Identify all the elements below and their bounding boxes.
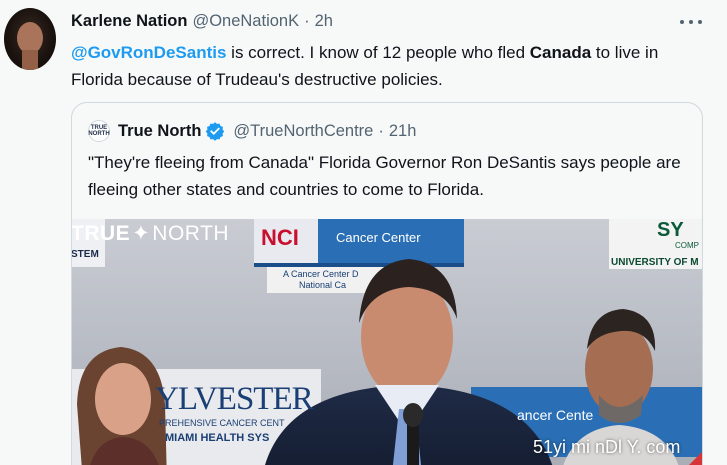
sign-nci-subline-1: A Cancer Center D [283,269,359,279]
tweet-text-part1: is correct. I know of 12 people who fled [226,43,530,62]
sign-sylvester-subline: PREHENSIVE CANCER CENT [159,418,285,428]
separator-dot: · [304,12,310,30]
site-watermark: 51yi mi nDl Y. com [533,437,681,457]
tweet-text: @GovRonDeSantis is correct. I know of 12… [71,39,711,93]
quoted-tweet-header: TRUE NORTH True North @TrueNorthCentre · … [88,120,416,142]
quoted-tweet-time[interactable]: 21h [389,122,417,141]
watermark-north: NORTH [152,222,230,245]
sign-sylvester: YLVESTER [155,381,314,417]
quoted-author-handle[interactable]: @TrueNorthCentre [233,122,373,141]
sign-univ-letters: SY [657,219,684,241]
watermark-star-icon: ✦ [132,222,151,245]
tweet[interactable]: Karlene Nation @OneNationK · 2h @GovRonD… [0,0,727,465]
quoted-author-name[interactable]: True North [118,122,201,141]
quoted-tweet-text: "They're fleeing from Canada" Florida Go… [88,153,681,199]
sign-univ-comp: COMP [675,241,699,250]
tweet-time[interactable]: 2h [315,12,333,31]
avatar-neck [22,50,38,70]
watermark-true: TRUE [71,222,131,245]
quoted-tweet[interactable]: TRUE NORTH True North @TrueNorthCentre · … [71,102,703,465]
tweet-header: Karlene Nation @OneNationK · 2h [71,12,333,32]
sign-cancer-center-2: ancer Cente [517,407,594,423]
quoted-author-avatar[interactable]: TRUE NORTH [88,120,110,142]
sign-cancer-center: Cancer Center [336,230,421,245]
verified-badge-icon [206,122,225,141]
sign-stem: STEM [71,249,99,260]
sign-univ: UNIVERSITY OF M [611,257,699,268]
author-handle[interactable]: @OneNationK [192,12,299,31]
video-frame [72,219,702,465]
author-avatar[interactable] [4,8,56,70]
quoted-avatar-text-bottom: NORTH [88,131,110,137]
sign-nci: NCI [261,225,299,250]
tweet-text-bold: Canada [529,43,592,62]
true-north-watermark: TRUE✦NORTH [71,221,230,246]
sign-nci-subline-2: National Ca [299,280,347,290]
author-name[interactable]: Karlene Nation [71,12,187,31]
quoted-separator-dot: · [378,121,384,140]
sign-miami-health: MIAMI HEALTH SYS [165,432,270,444]
more-icon[interactable] [680,12,702,32]
mention-link[interactable]: @GovRonDeSantis [71,43,226,62]
video-thumbnail[interactable]: TRUE✦NORTH NCI Cancer Center A Cancer Ce… [71,219,702,465]
